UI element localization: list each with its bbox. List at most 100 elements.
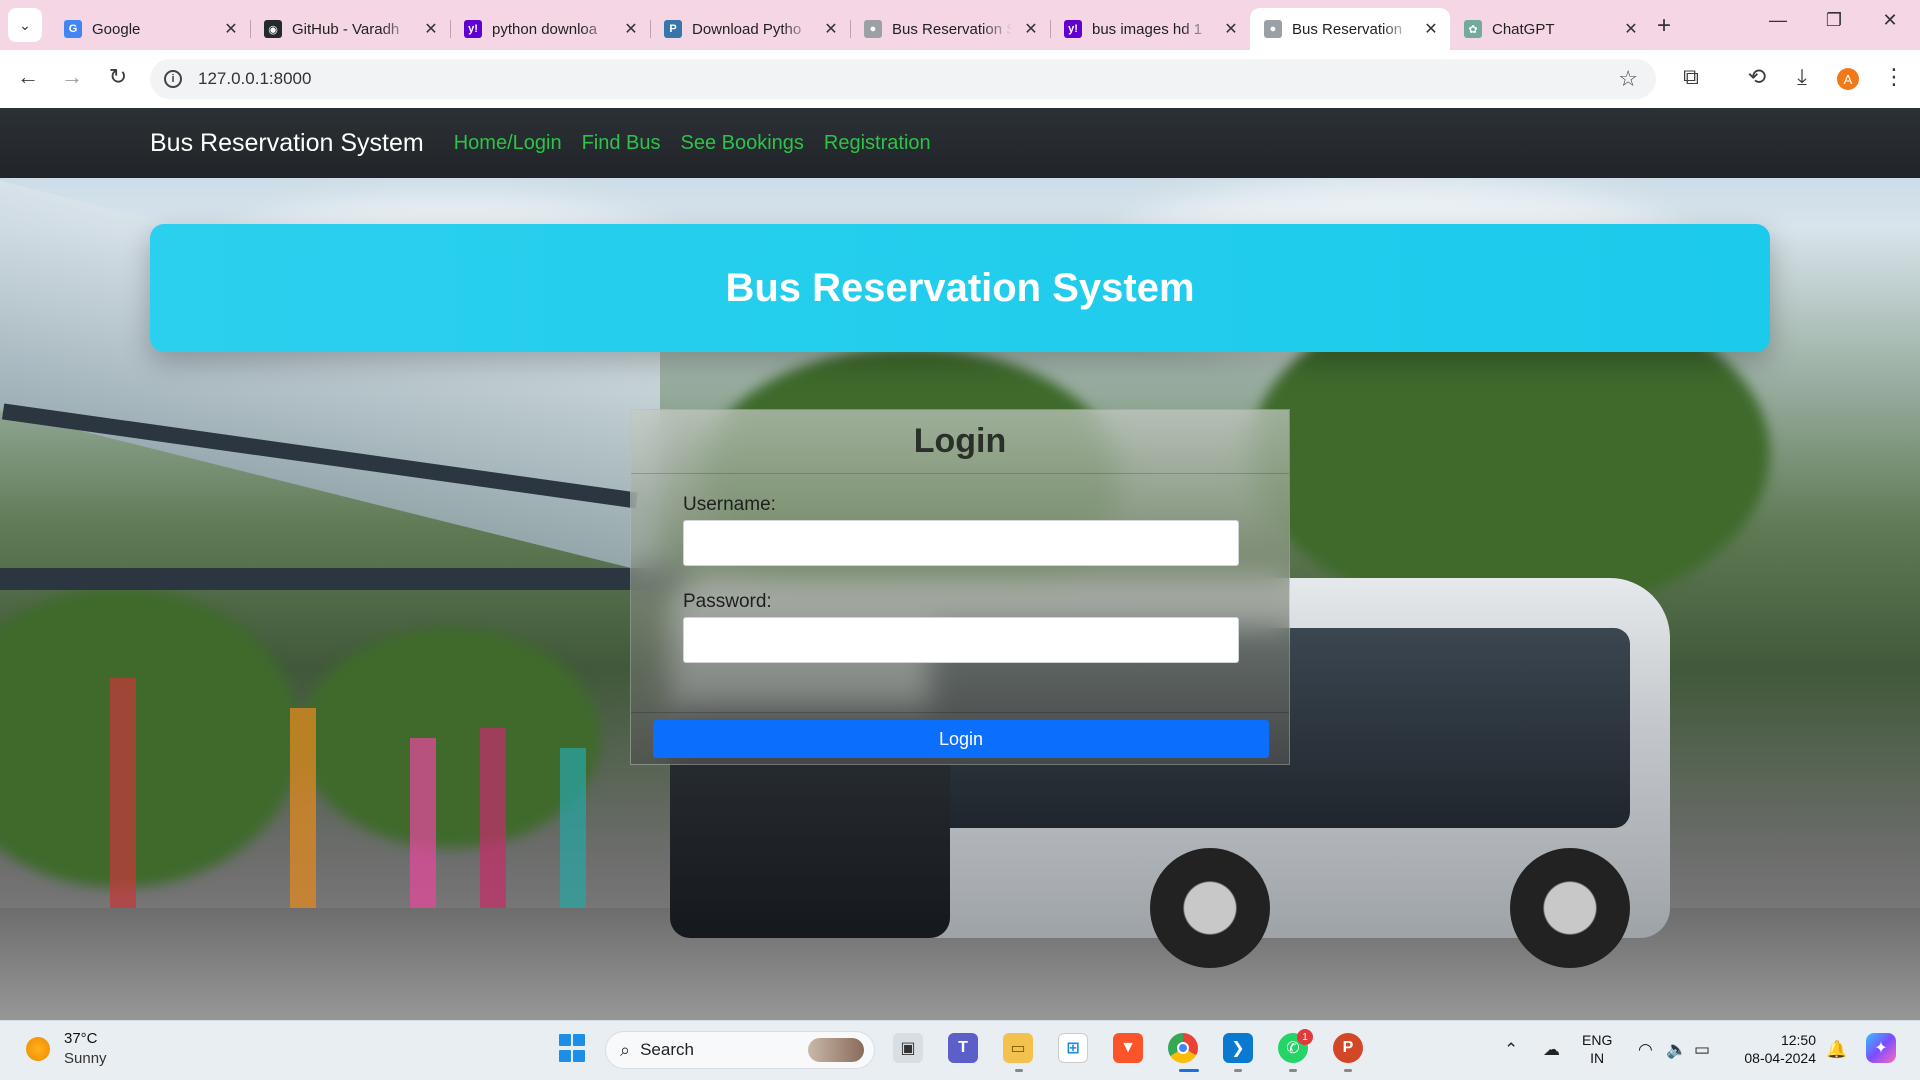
address-bar[interactable]: i 127.0.0.1:8000 ☆ (150, 59, 1656, 99)
username-label: Username: (683, 494, 776, 515)
menu-kebab-icon[interactable]: ⋮ (1880, 64, 1908, 90)
tab-list: G Google ✕ ◉ GitHub - Varadh ✕ y! python downlo… (50, 8, 1650, 50)
bookmark-star-icon[interactable]: ☆ (1618, 66, 1638, 92)
tab-title: Bus Reservation S (892, 20, 1012, 38)
close-tab-icon[interactable]: ✕ (422, 19, 440, 39)
teams-icon[interactable]: T (948, 1033, 978, 1063)
globe-icon: ● (1264, 20, 1282, 38)
login-button[interactable]: Login (653, 720, 1269, 758)
navbar-brand[interactable]: Bus Reservation System (150, 129, 424, 158)
microsoft-store-icon[interactable]: ⊞ (1058, 1033, 1088, 1063)
battery-icon[interactable]: ▭ (1694, 1040, 1710, 1060)
site-info-icon[interactable]: i (164, 70, 182, 88)
taskbar-search[interactable]: ⌕ Search (605, 1031, 875, 1069)
login-card-footer-divider (631, 712, 1289, 713)
chevron-up-icon[interactable]: ⌃ (1504, 1040, 1518, 1060)
whatsapp-running-indicator (1289, 1069, 1297, 1072)
close-tab-icon[interactable]: ✕ (622, 19, 640, 39)
back-icon[interactable]: ← (14, 64, 42, 90)
login-title: Login (913, 422, 1007, 460)
close-tab-icon[interactable]: ✕ (1622, 19, 1640, 39)
close-tab-icon[interactable]: ✕ (222, 19, 240, 39)
python-icon: P (664, 20, 682, 38)
onedrive-icon[interactable]: ☁ (1543, 1040, 1560, 1060)
password-label: Password: (683, 591, 772, 612)
browser-tab[interactable]: ● Bus Reservation ✕ (1250, 8, 1450, 50)
browser-tab[interactable]: G Google ✕ (50, 8, 250, 50)
tab-title: Bus Reservation (1292, 20, 1403, 38)
chatgpt-icon: ✿ (1464, 20, 1482, 38)
username-input[interactable] (683, 520, 1239, 566)
login-card-header: Login (631, 410, 1289, 474)
copilot-icon[interactable]: ✦ (1866, 1033, 1896, 1063)
file-explorer-icon[interactable]: ▭ (1003, 1033, 1033, 1063)
explorer-running-indicator (1015, 1069, 1023, 1072)
nav-link-registration[interactable]: Registration (824, 132, 931, 155)
new-tab-button[interactable]: + (1650, 12, 1678, 40)
browser-tab[interactable]: ● Bus Reservation S ✕ (850, 8, 1050, 50)
google-icon: G (64, 20, 82, 38)
language-indicator[interactable]: ENG IN (1582, 1031, 1612, 1067)
close-tab-icon[interactable]: ✕ (1222, 19, 1240, 39)
chevron-down-icon: ⌄ (19, 16, 31, 33)
powerpoint-running-indicator (1344, 1069, 1352, 1072)
browser-tab[interactable]: ◉ GitHub - Varadh ✕ (250, 8, 450, 50)
tab-title: Google (92, 20, 141, 38)
tab-title: ChatGPT (1492, 20, 1555, 38)
download-icon[interactable]: ⤓ (1788, 64, 1816, 90)
clock-time: 12:50 (1780, 1032, 1816, 1048)
reload-icon[interactable]: ↻ (104, 64, 132, 90)
weather-description[interactable]: Sunny (64, 1050, 107, 1067)
sun-icon[interactable] (26, 1037, 50, 1061)
tab-title: Download Pytho (692, 20, 802, 38)
close-window-icon[interactable]: ✕ (1878, 10, 1902, 31)
task-view-icon[interactable]: ▣ (893, 1033, 923, 1063)
nav-link-find-bus[interactable]: Find Bus (582, 132, 661, 155)
page-title: Bus Reservation System (725, 265, 1195, 310)
globe-icon: ● (864, 20, 882, 38)
minimize-icon[interactable]: — (1766, 10, 1790, 31)
page-viewport: Bus Reservation System Home/Login Find B… (0, 108, 1920, 1020)
close-tab-icon[interactable]: ✕ (1022, 19, 1040, 39)
powerpoint-icon[interactable]: P (1333, 1033, 1363, 1063)
url-text[interactable]: 127.0.0.1:8000 (198, 69, 311, 89)
region-code: IN (1590, 1050, 1605, 1066)
search-icon: ⌕ (620, 1039, 631, 1060)
clock-date: 08-04-2024 (1744, 1050, 1816, 1066)
profile-avatar[interactable]: A (1837, 68, 1859, 90)
close-tab-icon[interactable]: ✕ (822, 19, 840, 39)
yahoo-icon: y! (464, 20, 482, 38)
language-code: ENG (1582, 1032, 1613, 1048)
nav-link-home-login[interactable]: Home/Login (454, 132, 562, 155)
weather-temperature[interactable]: 37°C (64, 1030, 98, 1047)
vscode-icon[interactable]: ❯ (1223, 1033, 1253, 1063)
browser-tab[interactable]: ✿ ChatGPT ✕ (1450, 8, 1650, 50)
tab-title: bus images hd 1 (1092, 20, 1203, 38)
password-input[interactable] (683, 617, 1239, 663)
taskbar-search-label: Search (640, 1040, 694, 1059)
login-card: Login Username: Password: Login (630, 409, 1290, 765)
browser-tab[interactable]: P Download Pytho ✕ (650, 8, 850, 50)
chrome-icon[interactable] (1168, 1033, 1198, 1063)
browser-tab[interactable]: y! bus images hd 1 ✕ (1050, 8, 1250, 50)
brave-browser-icon[interactable]: ▼ (1113, 1033, 1143, 1063)
browser-tab[interactable]: y! python downloa ✕ (450, 8, 650, 50)
volume-icon[interactable]: 🔈 (1666, 1040, 1687, 1060)
navbar: Bus Reservation System Home/Login Find B… (0, 108, 1920, 178)
extensions-icon[interactable]: ⧉ (1677, 64, 1705, 90)
performance-icon[interactable]: ⟲ (1743, 64, 1771, 90)
whatsapp-notification-badge: 1 (1297, 1029, 1313, 1045)
wifi-icon[interactable]: ◠ (1638, 1040, 1653, 1060)
nav-link-see-bookings[interactable]: See Bookings (681, 132, 804, 155)
forward-icon[interactable]: → (58, 64, 86, 90)
chrome-running-indicator (1179, 1069, 1199, 1072)
restore-icon[interactable]: ❐ (1822, 10, 1846, 31)
tab-search-button[interactable]: ⌄ (8, 8, 42, 42)
taskbar-clock[interactable]: 12:50 08-04-2024 (1736, 1031, 1816, 1067)
tab-title: GitHub - Varadh (292, 20, 400, 38)
windows-start-icon[interactable] (557, 1033, 587, 1063)
close-tab-icon[interactable]: ✕ (1422, 19, 1440, 39)
notification-bell-icon[interactable]: 🔔 (1826, 1040, 1847, 1060)
vscode-running-indicator (1234, 1069, 1242, 1072)
hero-banner: Bus Reservation System (150, 224, 1770, 352)
